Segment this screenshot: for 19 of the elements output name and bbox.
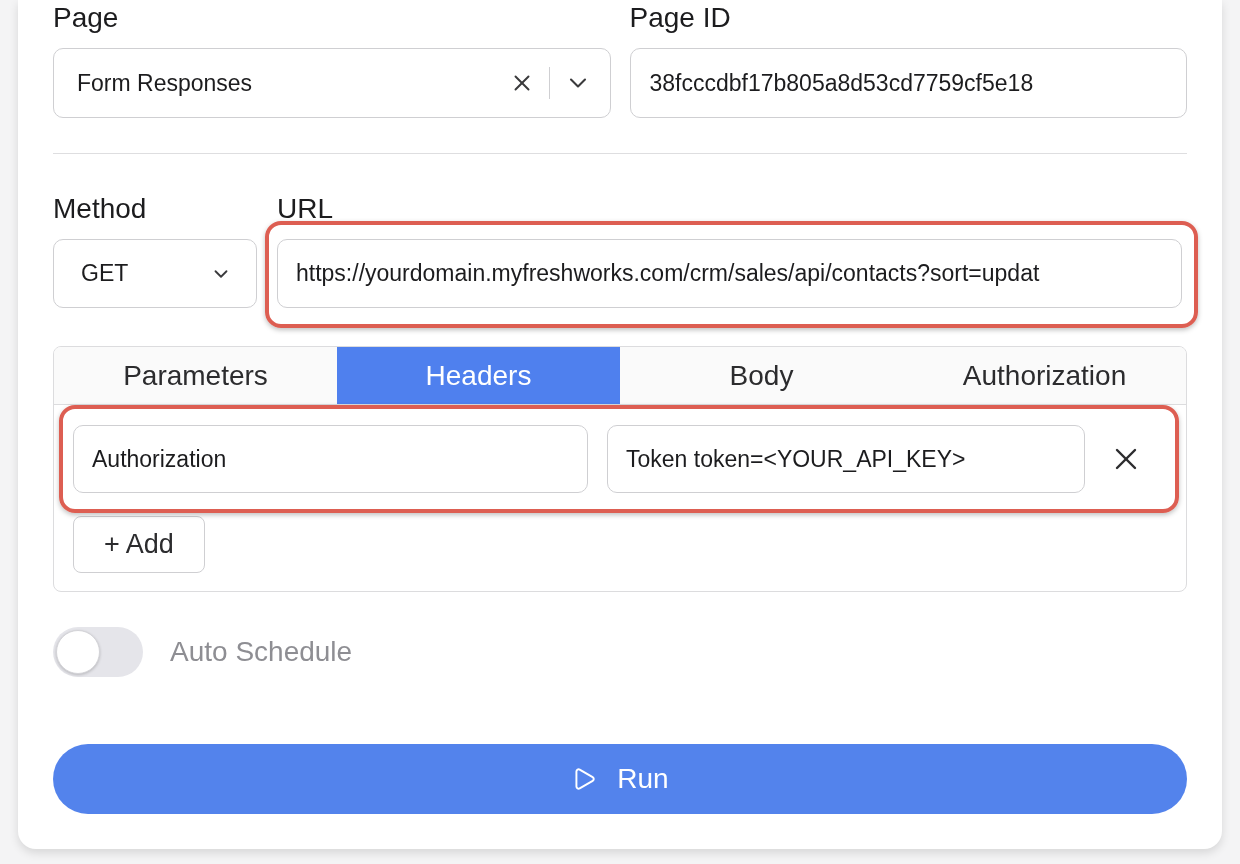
add-button[interactable]: + Add (73, 516, 205, 573)
header-key-field[interactable]: Authorization (73, 425, 588, 493)
auto-schedule-label: Auto Schedule (170, 635, 353, 669)
run-button[interactable]: Run (53, 744, 1187, 814)
method-select[interactable]: GET (53, 239, 257, 308)
tab[interactable]: Body (620, 347, 903, 404)
tab[interactable]: Authorization (903, 347, 1186, 404)
tab[interactable]: Headers (337, 347, 620, 404)
url-field[interactable]: https://yourdomain.myfreshworks.com/crm/sales/api/contacts?sort=updat (277, 239, 1182, 308)
page-select[interactable]: Form Responses (53, 48, 611, 118)
method-label: Method (53, 194, 147, 224)
tab[interactable]: Parameters (54, 347, 337, 404)
url-label: URL (277, 194, 333, 224)
page-id-field[interactable]: 38fcccdbf17b805a8d53cd7759cf5e18 (629, 48, 1187, 118)
toggle-switch[interactable] (53, 627, 143, 677)
page-label: Page (53, 3, 119, 33)
page-id-label: Page ID (629, 3, 731, 33)
select-value: Form Responses (77, 68, 254, 98)
header-value-field[interactable]: Token token=<YOUR_API_KEY> (607, 425, 1085, 493)
